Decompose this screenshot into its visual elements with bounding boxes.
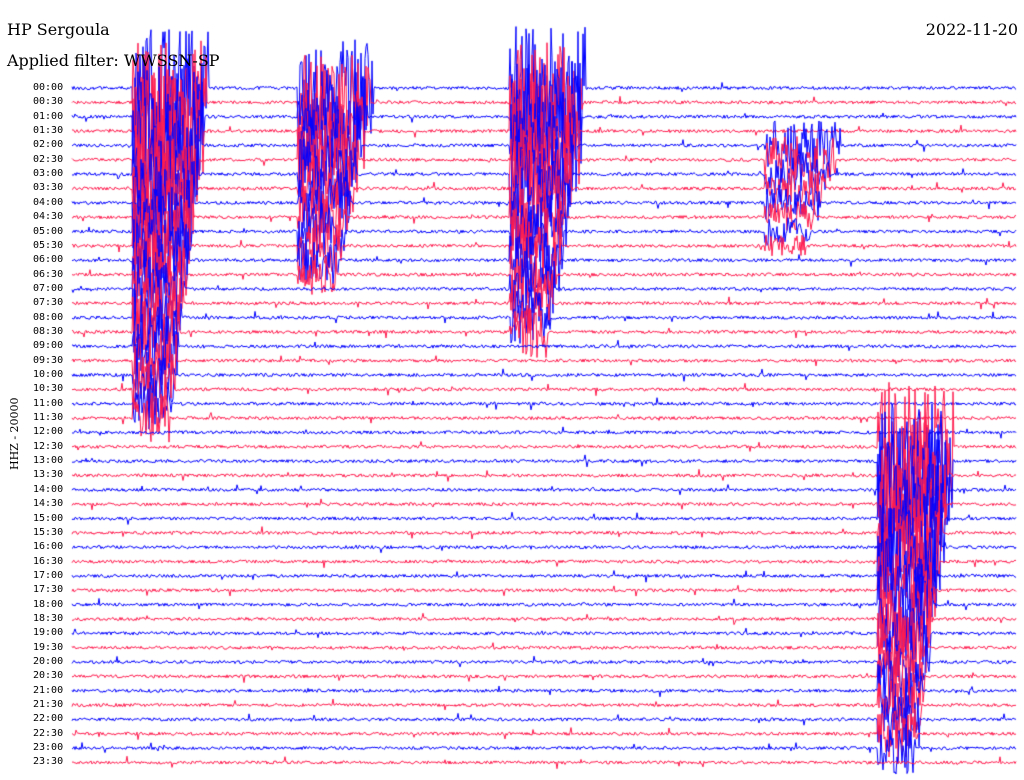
row-label: 07:00 <box>33 282 64 294</box>
date-label: 2022-11-20 <box>925 20 1018 39</box>
row-label: 15:00 <box>33 512 64 524</box>
row-label: 03:00 <box>33 168 64 180</box>
row-label: 06:30 <box>33 268 64 280</box>
row-label: 21:00 <box>33 684 64 696</box>
row-label: 21:30 <box>33 699 64 711</box>
row-label: 22:00 <box>33 713 64 725</box>
row-label: 01:30 <box>33 125 64 137</box>
row-label: 17:30 <box>33 584 64 596</box>
row-label: 13:00 <box>33 455 64 467</box>
row-label: 23:00 <box>33 742 64 754</box>
row-label: 04:30 <box>33 211 64 223</box>
row-label: 11:30 <box>33 412 64 424</box>
row-label: 18:00 <box>33 598 64 610</box>
row-label: 16:30 <box>33 555 64 567</box>
row-label: 00:00 <box>33 82 64 93</box>
row-label: 00:30 <box>33 96 64 108</box>
row-label: 19:30 <box>33 641 64 653</box>
row-label: 06:00 <box>33 254 64 266</box>
row-label: 17:00 <box>33 569 64 581</box>
row-label: 12:30 <box>33 440 64 452</box>
row-label: 04:00 <box>33 196 64 208</box>
row-label: 12:00 <box>33 426 64 438</box>
row-label: 08:00 <box>33 311 64 323</box>
row-label: 13:30 <box>33 469 64 481</box>
row-label: 05:00 <box>33 225 64 237</box>
row-label: 20:30 <box>33 670 64 682</box>
channel-label: HHZ - 20000 <box>8 397 21 470</box>
row-label: 23:30 <box>33 756 64 768</box>
row-label: 05:30 <box>33 239 64 251</box>
row-label: 14:30 <box>33 498 64 510</box>
row-label: 16:00 <box>33 541 64 553</box>
row-label: 02:30 <box>33 153 64 165</box>
row-label: 11:00 <box>33 397 64 409</box>
row-label: 07:30 <box>33 297 64 309</box>
row-label: 09:30 <box>33 354 64 366</box>
row-label: 14:00 <box>33 483 64 495</box>
row-label: 10:30 <box>33 383 64 395</box>
row-label: 19:00 <box>33 627 64 639</box>
row-label: 09:00 <box>33 340 64 352</box>
station-name: HP Sergoula <box>7 20 110 39</box>
helicorder-plot <box>0 0 1024 780</box>
row-label: 18:30 <box>33 612 64 624</box>
row-label: 15:30 <box>33 526 64 538</box>
row-label: 02:00 <box>33 139 64 151</box>
row-label: 03:30 <box>33 182 64 194</box>
row-label: 08:30 <box>33 325 64 337</box>
row-label: 01:00 <box>33 110 64 122</box>
row-label: 20:00 <box>33 656 64 667</box>
row-label: 10:00 <box>33 369 64 380</box>
row-label: 22:30 <box>33 727 64 739</box>
filter-label: Applied filter: WWSSN-SP <box>7 51 220 70</box>
